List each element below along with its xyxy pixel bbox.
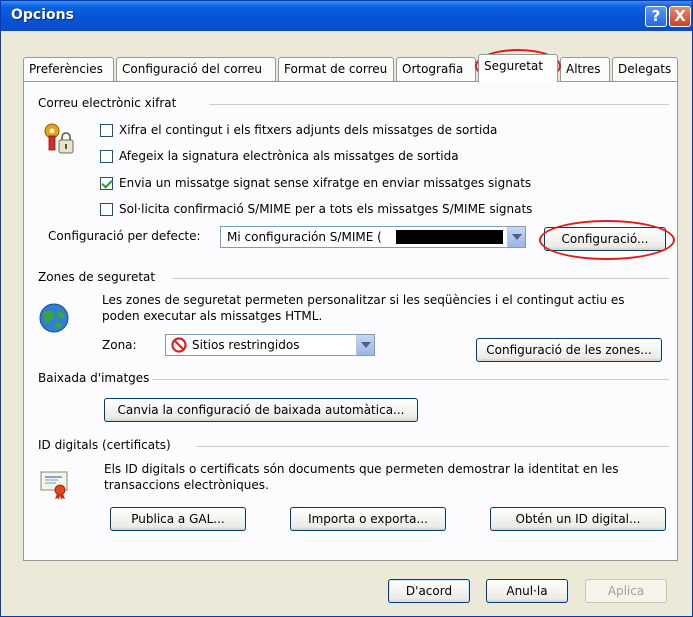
publish-to-gal-button[interactable]: Publica a GAL... — [110, 507, 246, 531]
add-signature-label: Afegeix la signatura electrònica als mis… — [119, 149, 459, 163]
add-signature-checkbox[interactable] — [100, 150, 113, 163]
zone-combo[interactable]: Sitios restringidos — [165, 334, 375, 356]
options-dialog: Opcions ? X Preferències Configuració de… — [0, 0, 693, 617]
tab-security[interactable]: Seguretat — [478, 54, 558, 82]
security-zones-group-label: Zones de seguretat — [38, 270, 156, 284]
globe-icon — [39, 303, 69, 333]
digital-ids-description: Els ID digitals o certificats són docume… — [104, 462, 619, 492]
change-download-settings-button[interactable]: Canvia la configuració de baixada automà… — [104, 398, 418, 422]
smime-settings-button[interactable]: Configuració... — [544, 227, 666, 251]
send-clear-signed-checkbox[interactable] — [100, 177, 113, 190]
window-title: Opcions — [11, 7, 74, 23]
encrypt-contents-label: Xifra el contingut i els fitxers adjunts… — [119, 123, 498, 137]
certificate-icon — [40, 471, 68, 500]
dropdown-arrow-icon[interactable] — [507, 227, 525, 247]
tab-spelling[interactable]: Ortografia — [396, 57, 476, 81]
digital-ids-group-label: ID digitals (certificats) — [38, 438, 171, 452]
ok-button[interactable]: D'acord — [388, 579, 470, 603]
default-setting-combo[interactable]: Mi configuración S/MIME ( — [220, 226, 526, 248]
encrypt-contents-checkbox[interactable] — [100, 124, 113, 137]
group-divider — [172, 278, 669, 279]
tab-mail-setup[interactable]: Configuració del correu — [116, 57, 276, 81]
import-export-button[interactable]: Importa o exporta... — [290, 507, 446, 531]
zone-label: Zona: — [102, 338, 137, 352]
tab-delegates[interactable]: Delegats — [612, 57, 678, 81]
default-setting-label: Configuració per defecte: — [48, 229, 201, 243]
redacted-block — [396, 230, 503, 244]
key-lock-icon — [44, 123, 74, 154]
encrypted-mail-group-label: Correu electrònic xifrat — [38, 96, 177, 110]
default-setting-value: Mi configuración S/MIME ( — [227, 230, 382, 244]
image-download-group-label: Baixada d'imatges — [38, 371, 150, 385]
security-zones-description: Les zones de seguretat permeten personal… — [102, 293, 625, 323]
title-bar[interactable]: Opcions ? X — [1, 1, 692, 31]
get-digital-id-button[interactable]: Obtén un ID digital... — [490, 507, 666, 531]
send-clear-signed-label: Envia un missatge signat sense xifratge … — [119, 176, 532, 190]
cancel-button[interactable]: Anul·la — [486, 579, 568, 603]
group-divider — [196, 446, 669, 447]
tab-preferences[interactable]: Preferències — [23, 57, 114, 81]
group-divider — [152, 379, 669, 380]
zone-value: Sitios restringidos — [192, 338, 300, 352]
restricted-icon — [171, 337, 187, 353]
request-smime-receipt-label: Sol·licita confirmació S/MIME per a tots… — [119, 202, 533, 216]
zone-settings-button[interactable]: Configuració de les zones... — [476, 338, 662, 362]
tab-other[interactable]: Altres — [560, 57, 610, 81]
dropdown-arrow-icon[interactable] — [356, 335, 374, 355]
group-divider — [209, 104, 669, 105]
tab-mail-format[interactable]: Format de correu — [278, 57, 394, 81]
close-button[interactable]: X — [669, 6, 691, 27]
request-smime-receipt-checkbox[interactable] — [100, 203, 113, 216]
security-panel: Correu electrònic xifrat Xifra el contin… — [23, 81, 678, 561]
help-button[interactable]: ? — [645, 6, 667, 27]
apply-button: Aplica — [585, 579, 667, 603]
